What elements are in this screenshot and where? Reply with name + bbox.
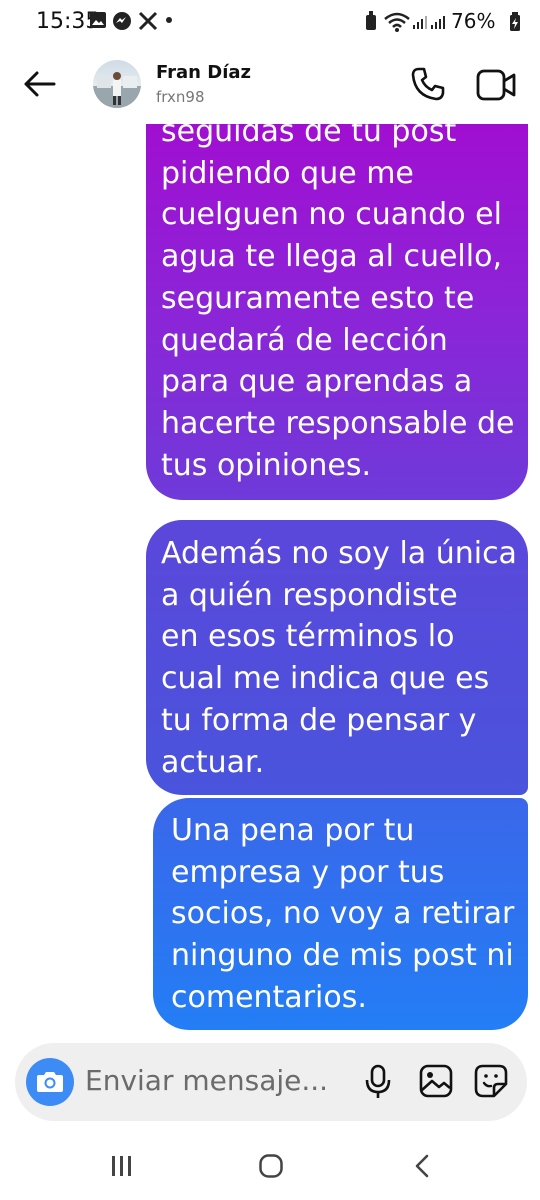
chat-header: Fran Díaz frxn98 [0, 44, 540, 124]
x-icon [138, 11, 158, 31]
battery-percent: 76% [451, 9, 496, 33]
message-line: agua te llega al cuello, [161, 239, 502, 275]
video-camera-icon[interactable] [476, 68, 516, 102]
image-icon[interactable] [419, 1064, 453, 1098]
message-line: tus opiniones. [161, 447, 372, 483]
gallery-icon [90, 12, 106, 28]
sticker-icon[interactable] [474, 1064, 508, 1098]
avatar[interactable] [93, 60, 141, 108]
camera-button[interactable] [26, 1058, 74, 1106]
signal-icon [413, 16, 427, 29]
phone-icon[interactable] [410, 66, 446, 102]
back-chevron-icon[interactable] [412, 1153, 432, 1179]
message-line: para que aprendas a [161, 364, 473, 400]
message-line: a quién respondiste [161, 577, 458, 613]
contact-username: frxn98 [156, 88, 205, 106]
message-line: en esos términos lo [161, 619, 455, 655]
arrow-left-icon[interactable] [20, 64, 60, 104]
message-bubble[interactable]: seguidas de tu post pidiendo que me cuel… [146, 100, 528, 500]
contact-name[interactable]: Fran Díaz [156, 62, 251, 83]
message-line: cual me indica que es [161, 661, 490, 697]
message-line: ninguno de mis post ni [171, 938, 514, 974]
signal-icon-2 [431, 16, 445, 29]
message-line: socios, no voy a retirar [171, 896, 515, 932]
message-bubble[interactable]: Además no soy la única a quién respondis… [146, 520, 528, 795]
wifi-icon [384, 12, 410, 32]
home-icon[interactable] [258, 1153, 284, 1179]
message-line: empresa y por tus [171, 854, 445, 890]
status-bar: 15:35 76% [0, 0, 540, 44]
alarm-icon [366, 11, 376, 30]
message-composer: Enviar mensaje... [15, 1043, 527, 1121]
message-line: Una pena por tu [171, 813, 415, 848]
message-line: cuelguen no cuando el [161, 197, 502, 233]
camera-icon [37, 1072, 63, 1092]
message-line: actuar. [161, 744, 265, 780]
message-line: pidiendo que me [161, 155, 414, 191]
message-line: hacerte responsable de [161, 405, 515, 441]
message-line: Además no soy la única [161, 536, 517, 571]
messenger-icon [113, 12, 131, 30]
message-line: seguramente esto te [161, 280, 475, 316]
battery-icon [510, 12, 520, 31]
message-bubble[interactable]: Una pena por tu empresa y por tus socios… [153, 798, 528, 1030]
message-line: comentarios. [171, 979, 367, 1015]
message-input[interactable]: Enviar mensaje... [85, 1064, 328, 1097]
message-line: quedará de lección [161, 322, 448, 358]
dot-icon [166, 17, 172, 23]
recents-icon[interactable] [110, 1153, 134, 1179]
system-nav-bar [0, 1133, 540, 1200]
microphone-icon[interactable] [365, 1064, 391, 1100]
message-line: tu forma de pensar y [161, 702, 477, 738]
